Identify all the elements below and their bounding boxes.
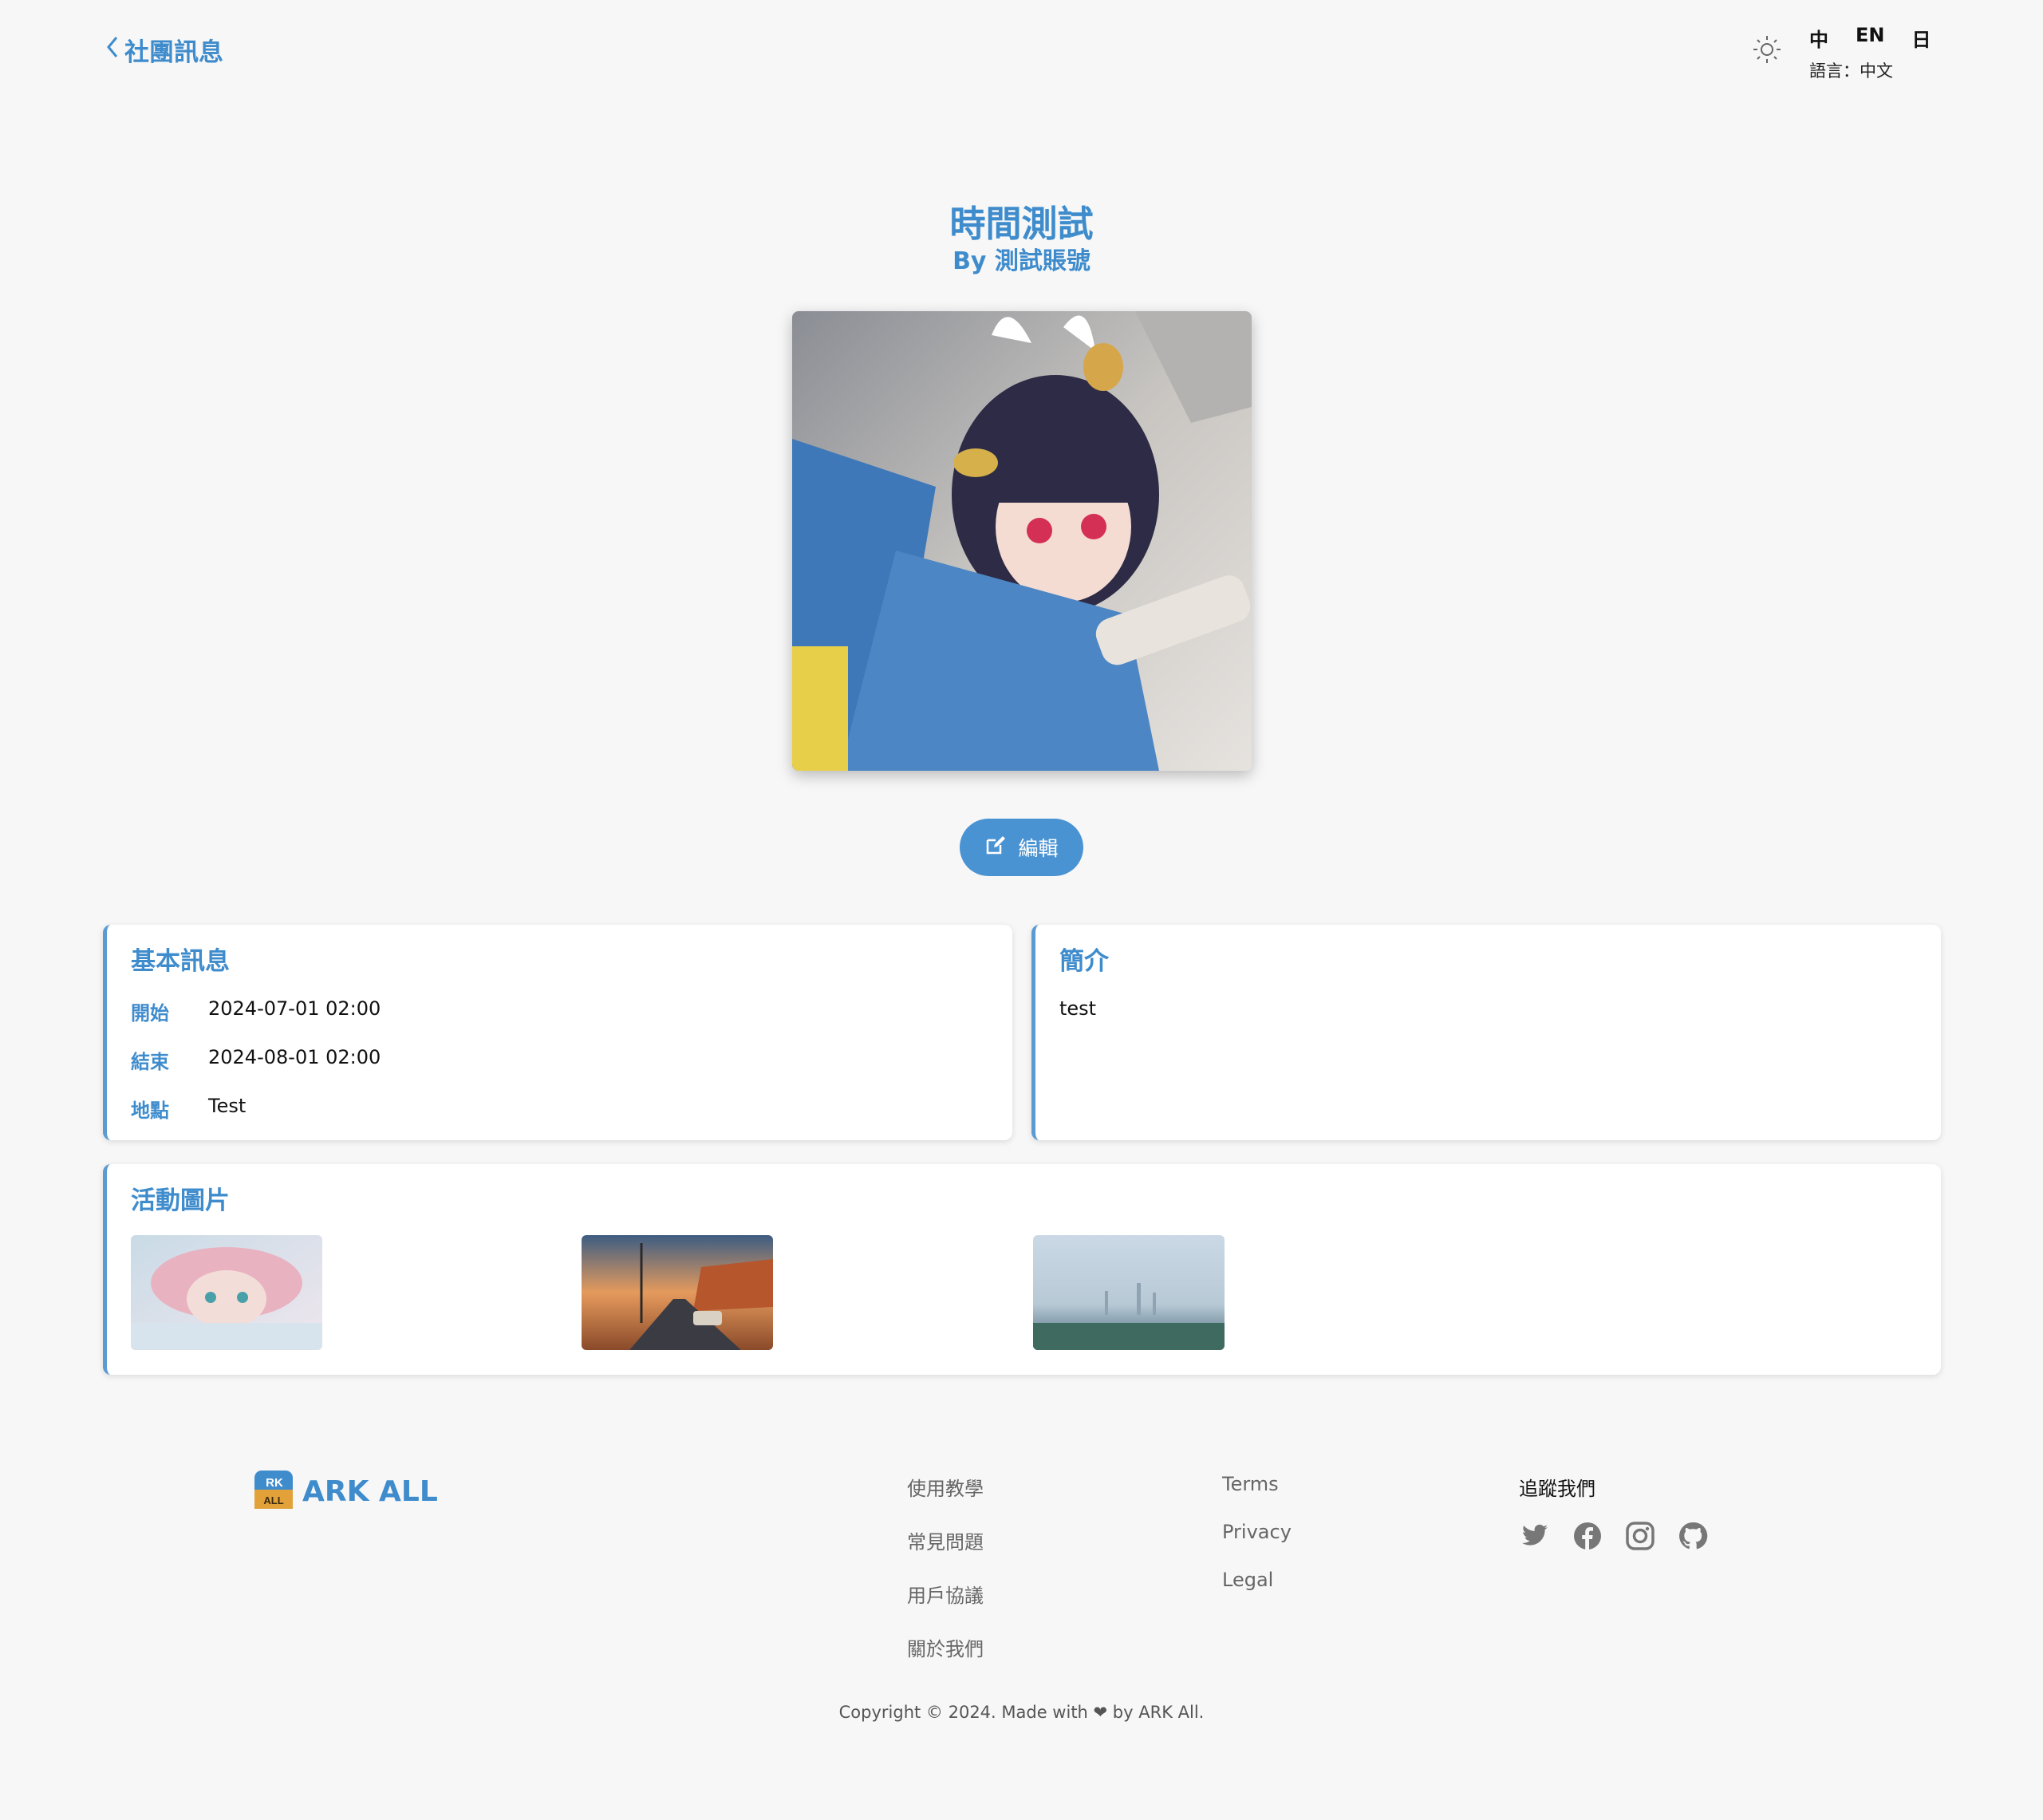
info-label: 地點 — [131, 1100, 169, 1122]
event-photo-thumbnail[interactable] — [131, 1235, 322, 1350]
footer-link-user-agreement[interactable]: 用戶協議 — [907, 1580, 984, 1608]
copyright-text: Copyright © 2024. Made with ❤ by ARK All… — [838, 1703, 1205, 1722]
info-row-start: 開始 2024-07-01 02:00 — [131, 997, 988, 1025]
info-value: 2024-07-01 02:00 — [208, 997, 381, 1020]
info-row-location: 地點 Test — [131, 1095, 988, 1123]
edit-icon — [984, 834, 1007, 861]
logo-badge-bottom: ALL — [263, 1494, 283, 1506]
intro-text: test — [1059, 997, 1097, 1020]
event-photo-thumbnail[interactable] — [582, 1235, 773, 1350]
info-label: 結束 — [131, 1051, 169, 1073]
language-switcher: 中 EN 日 語言：中文 — [1809, 24, 1931, 82]
current-language: 語言：中文 — [1809, 61, 1893, 81]
lang-option-en[interactable]: EN — [1856, 24, 1884, 52]
chevron-left-icon — [105, 35, 120, 65]
lang-option-ja[interactable]: 日 — [1911, 24, 1931, 52]
facebook-icon[interactable] — [1572, 1520, 1603, 1552]
footer-link-about[interactable]: 關於我們 — [907, 1633, 984, 1661]
info-label: 開始 — [131, 1002, 169, 1024]
info-row-end: 結束 2024-08-01 02:00 — [131, 1046, 988, 1074]
event-photos-card: 活動圖片 — [103, 1164, 1941, 1375]
intro-card: 簡介 test — [1031, 925, 1941, 1140]
footer-link-privacy[interactable]: Privacy — [1222, 1521, 1292, 1543]
back-link-label: 社團訊息 — [124, 38, 223, 67]
footer-links-help: 使用教學 常見問題 用戶協議 關於我們 — [907, 1473, 984, 1687]
footer-logo[interactable]: RK ALL ARK ALL — [254, 1471, 438, 1512]
ark-all-logo-icon: RK ALL — [254, 1471, 293, 1512]
footer-link-legal[interactable]: Legal — [1222, 1569, 1292, 1591]
event-photos-title: 活動圖片 — [131, 1186, 230, 1215]
footer-link-tutorial[interactable]: 使用教學 — [907, 1473, 984, 1501]
info-value: 2024-08-01 02:00 — [208, 1046, 381, 1068]
sun-icon[interactable] — [1752, 34, 1782, 65]
logo-badge-top: RK — [266, 1476, 283, 1490]
info-value: Test — [208, 1095, 247, 1117]
event-cover-image — [792, 311, 1252, 771]
follow-us-title: 追蹤我們 — [1519, 1478, 1595, 1500]
github-icon[interactable] — [1677, 1520, 1709, 1552]
footer-link-faq[interactable]: 常見問題 — [907, 1526, 984, 1554]
edit-button[interactable]: 編輯 — [960, 819, 1083, 876]
basic-info-title: 基本訊息 — [131, 947, 230, 976]
instagram-icon[interactable] — [1624, 1520, 1656, 1552]
footer-brand-name: ARK ALL — [302, 1475, 438, 1508]
basic-info-card: 基本訊息 開始 2024-07-01 02:00 結束 2024-08-01 0… — [103, 925, 1012, 1140]
intro-title: 簡介 — [1059, 947, 1109, 976]
lang-option-zh[interactable]: 中 — [1809, 24, 1828, 52]
event-author: By 測試賬號 — [952, 247, 1091, 275]
event-photo-thumbnail[interactable] — [1033, 1235, 1225, 1350]
event-title: 時間測試 — [949, 203, 1094, 245]
footer-link-terms[interactable]: Terms — [1222, 1473, 1292, 1495]
edit-button-label: 編輯 — [1018, 837, 1059, 860]
back-link[interactable]: 社團訊息 — [105, 32, 223, 68]
social-links — [1519, 1520, 1709, 1552]
twitter-icon[interactable] — [1519, 1520, 1551, 1552]
footer-links-legal: Terms Privacy Legal — [1222, 1473, 1292, 1617]
